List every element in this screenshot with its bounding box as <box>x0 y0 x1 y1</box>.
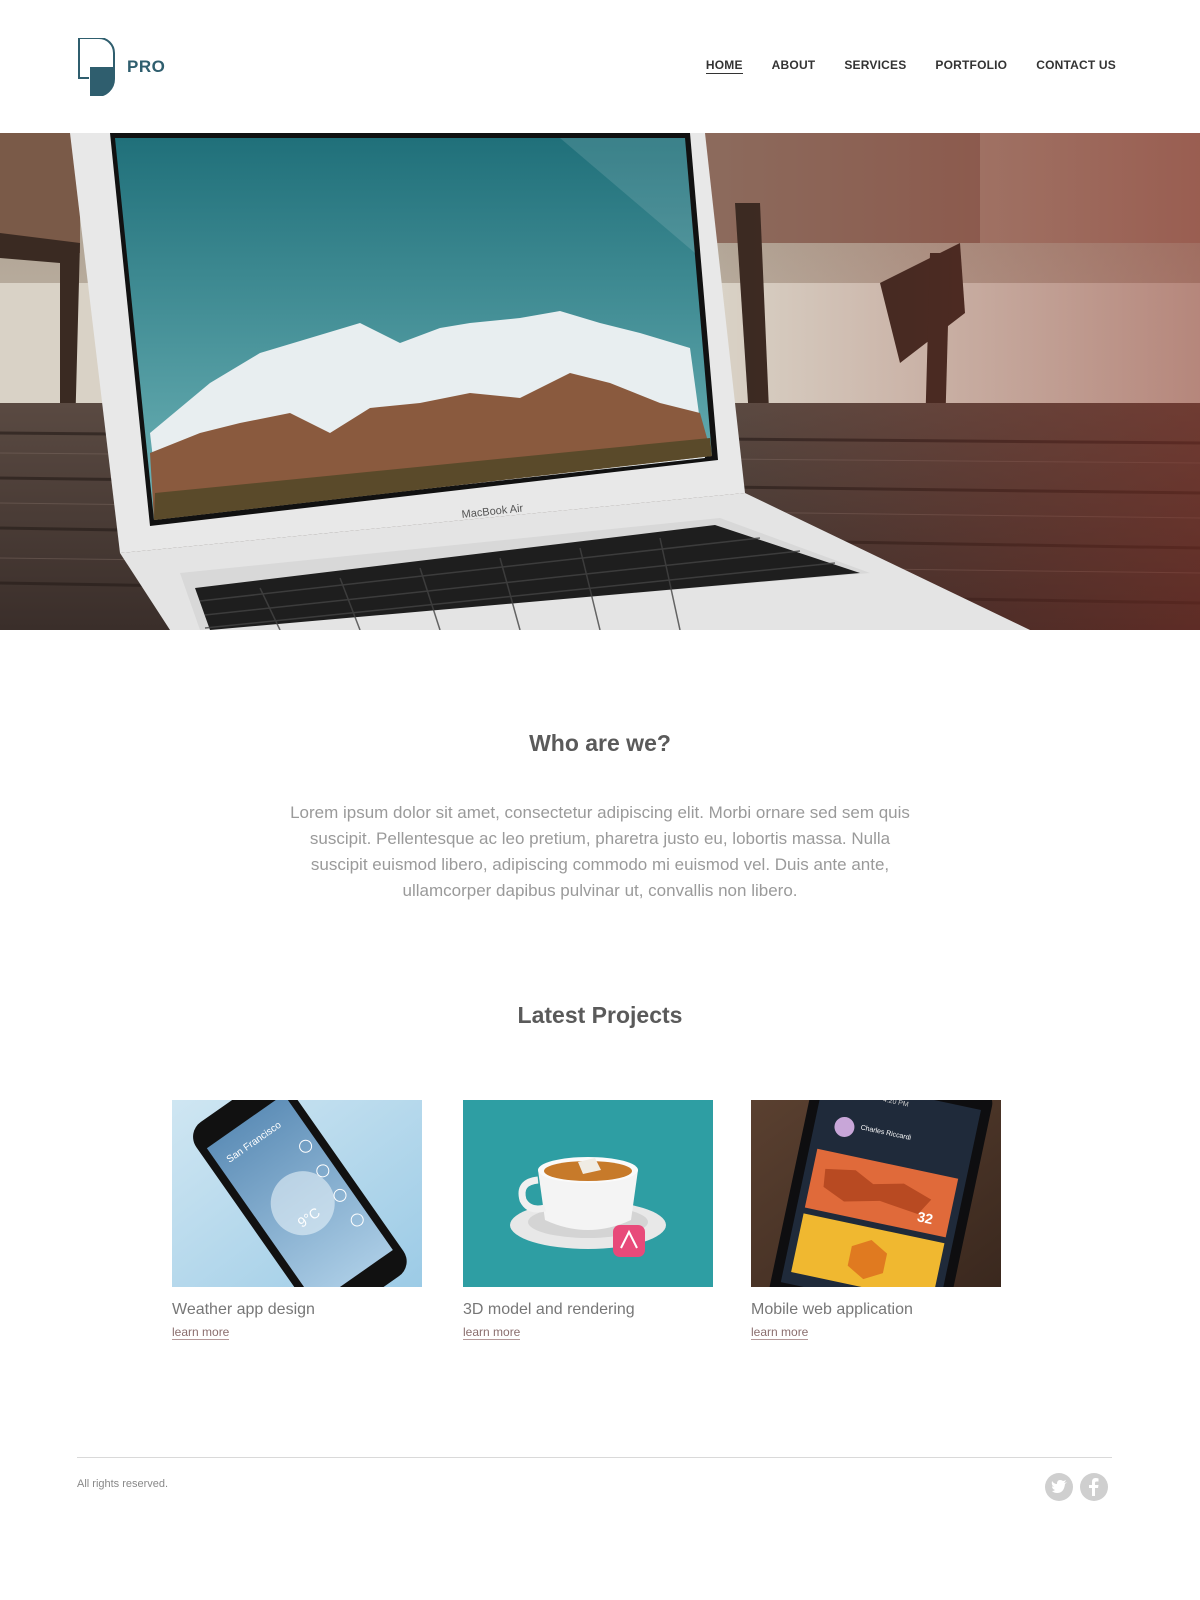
project-thumbnail-weather[interactable]: 9°C San Francisco <box>172 1100 422 1287</box>
project-thumbnail-teacup[interactable] <box>463 1100 713 1287</box>
nav-services[interactable]: SERVICES <box>844 58 906 74</box>
learn-more-link[interactable]: learn more <box>463 1325 521 1340</box>
nav-about[interactable]: ABOUT <box>772 58 816 74</box>
about-heading: Who are we? <box>529 730 671 756</box>
hero-image: MacBook Air <box>0 133 1200 630</box>
copyright-text: All rights reserved. <box>77 1478 169 1490</box>
project-card: 4:20 PM Charles Riccardi 32 Mobile web a… <box>751 1100 1001 1341</box>
project-card: 3D model and rendering learn more <box>463 1100 713 1341</box>
nav-portfolio[interactable]: PORTFOLIO <box>935 58 1007 74</box>
nav-home[interactable]: HOME <box>705 58 743 74</box>
projects-heading: Latest Projects <box>517 1002 683 1028</box>
project-thumbnail-mobile-app[interactable]: 4:20 PM Charles Riccardi 32 <box>751 1100 1001 1287</box>
project-card: 9°C San Francisco Weather app design lea… <box>172 1100 422 1341</box>
site-header: PRO HOME ABOUT SERVICES PORTFOLIO CONTAC… <box>0 0 1200 133</box>
logo-icon <box>78 38 115 96</box>
learn-more-link[interactable]: learn more <box>172 1325 230 1340</box>
project-title: 3D model and rendering <box>463 1301 635 1318</box>
logo-link[interactable]: PRO <box>77 38 165 96</box>
about-paragraph: Lorem ipsum dolor sit amet, consectetur … <box>290 803 910 900</box>
project-title: Mobile web application <box>751 1301 913 1318</box>
nav-contact[interactable]: CONTACT US <box>1036 58 1116 74</box>
footer-divider <box>77 1457 1112 1458</box>
facebook-icon[interactable] <box>1080 1473 1108 1501</box>
main-nav: HOME ABOUT SERVICES PORTFOLIO CONTACT US <box>677 58 1116 74</box>
project-title: Weather app design <box>172 1301 315 1318</box>
learn-more-link[interactable]: learn more <box>751 1325 809 1340</box>
twitter-icon[interactable] <box>1045 1473 1073 1501</box>
logo-text: PRO <box>127 57 166 76</box>
